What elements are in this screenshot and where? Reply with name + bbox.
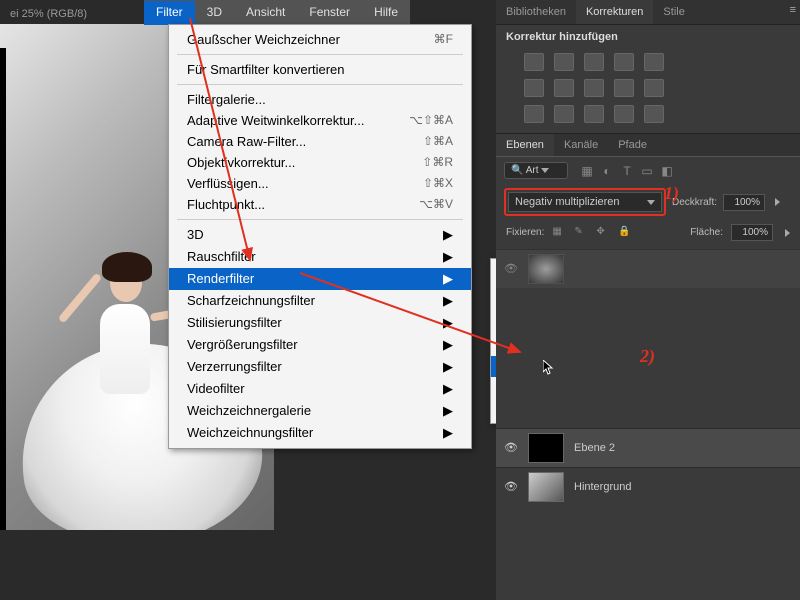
layer-row-ebene2[interactable]: 👁 Ebene 2	[496, 428, 800, 467]
layer-thumb[interactable]	[528, 472, 564, 502]
filter-pixel-icon[interactable]: ▦	[580, 164, 594, 178]
color-lookup-icon[interactable]	[644, 79, 664, 97]
selective-color-icon[interactable]	[644, 105, 664, 123]
opacity-value[interactable]: 100%	[723, 194, 765, 211]
menu-sub-weichfilter[interactable]: Weichzeichnungsfilter▶	[169, 422, 471, 444]
tab-kanaele[interactable]: Kanäle	[554, 134, 608, 156]
annotation-1: 1)	[664, 183, 679, 204]
layers-panel-tabs: Ebenen Kanäle Pfade ≡	[496, 133, 800, 157]
menu-item-smartfilter[interactable]: Für Smartfilter konvertieren	[169, 59, 471, 80]
menu-3d[interactable]: 3D	[195, 1, 234, 23]
layer-list: 👁 👁 Ebene 2 👁 Hintergrund	[496, 249, 800, 506]
tab-korrekturen[interactable]: Korrekturen	[576, 0, 653, 24]
adjustment-icons-row1	[496, 49, 800, 75]
lock-position-icon[interactable]: ✥	[596, 226, 610, 240]
menu-item-verfluessigen[interactable]: Verflüssigen...⇧⌘X	[169, 173, 471, 194]
adjustment-icons-row2	[496, 75, 800, 101]
photo-filter-icon[interactable]	[584, 79, 604, 97]
lock-pixels-icon[interactable]: ✎	[574, 226, 588, 240]
menu-fenster[interactable]: Fenster	[297, 1, 362, 23]
visibility-icon[interactable]: 👁	[504, 262, 518, 276]
threshold-icon[interactable]	[584, 105, 604, 123]
korrektur-label: Korrektur hinzufügen	[496, 25, 800, 49]
filter-shape-icon[interactable]: ▭	[640, 164, 654, 178]
layer-filter-row: 🔍 Art ▦ ◐ T ▭ ◧	[496, 157, 800, 184]
menu-sub-vergroesser[interactable]: Vergrößerungsfilter▶	[169, 334, 471, 356]
levels-icon[interactable]	[554, 53, 574, 71]
menu-sub-3d[interactable]: 3D▶	[169, 224, 471, 246]
layer-row-hintergrund[interactable]: 👁 Hintergrund	[496, 467, 800, 506]
gradient-map-icon[interactable]	[614, 105, 634, 123]
visibility-icon[interactable]: 👁	[504, 441, 518, 455]
fixieren-label: Fixieren:	[506, 227, 544, 238]
tab-stile[interactable]: Stile	[653, 0, 694, 24]
fill-label: Fläche:	[690, 227, 723, 238]
lock-all-icon[interactable]: 🔒	[618, 226, 632, 240]
exposure-icon[interactable]	[614, 53, 634, 71]
menu-sub-video[interactable]: Videofilter▶	[169, 378, 471, 400]
adjustments-tabs: Bibliotheken Korrekturen Stile ≡	[496, 0, 800, 25]
annotation-2: 2)	[640, 346, 655, 367]
menu-item-camera-raw[interactable]: Camera Raw-Filter...⇧⌘A	[169, 131, 471, 152]
lock-transparency-icon[interactable]: ▦	[552, 226, 566, 240]
menu-ansicht[interactable]: Ansicht	[234, 1, 297, 23]
blend-mode-row: Negativ multiplizieren Deckkraft: 100%	[496, 184, 800, 220]
tab-bibliotheken[interactable]: Bibliotheken	[496, 0, 576, 24]
filter-menu-dropdown: Gaußscher Weichzeichner⌘F Für Smartfilte…	[168, 24, 472, 449]
fill-slider-icon[interactable]	[785, 229, 790, 237]
filter-adjust-icon[interactable]: ◐	[600, 164, 614, 178]
tab-ebenen[interactable]: Ebenen	[496, 134, 554, 156]
vibrance-icon[interactable]	[644, 53, 664, 71]
adjustment-icons-row3	[496, 101, 800, 127]
posterize-icon[interactable]	[554, 105, 574, 123]
layer-thumb[interactable]	[528, 254, 564, 284]
filter-smart-icon[interactable]: ◧	[660, 164, 674, 178]
brightness-icon[interactable]	[524, 53, 544, 71]
menu-item-fluchtpunkt[interactable]: Fluchtpunkt...⌥⌘V	[169, 194, 471, 215]
menu-sub-weichgalerie[interactable]: Weichzeichnergalerie▶	[169, 400, 471, 422]
fill-value[interactable]: 100%	[731, 224, 773, 241]
layers-panel-menu-icon[interactable]: ≡	[790, 4, 796, 16]
blend-mode-select[interactable]: Negativ multiplizieren	[508, 192, 662, 212]
menu-sub-stil[interactable]: Stilisierungsfilter▶	[169, 312, 471, 334]
right-panel-area: Bibliotheken Korrekturen Stile ≡ Korrekt…	[496, 0, 800, 600]
menubar: Filter 3D Ansicht Fenster Hilfe	[144, 0, 410, 24]
opacity-slider-icon[interactable]	[775, 198, 780, 206]
menu-sub-scharf[interactable]: Scharfzeichnungsfilter▶	[169, 290, 471, 312]
menu-item-objektiv[interactable]: Objektivkorrektur...⇧⌘R	[169, 152, 471, 173]
layer-name[interactable]: Hintergrund	[574, 481, 631, 493]
visibility-icon[interactable]: 👁	[504, 480, 518, 494]
hue-icon[interactable]	[524, 79, 544, 97]
layer-filter-select[interactable]: 🔍 Art	[504, 162, 568, 179]
menu-item-weitwinkel[interactable]: Adaptive Weitwinkelkorrektur...⌥⇧⌘A	[169, 110, 471, 131]
menu-item-filtergalerie[interactable]: Filtergalerie...	[169, 89, 471, 110]
menu-sub-verzerr[interactable]: Verzerrungsfilter▶	[169, 356, 471, 378]
menu-sub-rausch[interactable]: Rauschfilter▶	[169, 246, 471, 268]
lock-row: Fixieren: ▦ ✎ ✥ 🔒 Fläche: 100%	[496, 220, 800, 245]
curves-icon[interactable]	[584, 53, 604, 71]
filter-type-icon[interactable]: T	[620, 164, 634, 178]
channel-mixer-icon[interactable]	[614, 79, 634, 97]
menu-sub-render[interactable]: Renderfilter▶	[169, 268, 471, 290]
layer-name[interactable]: Ebene 2	[574, 442, 615, 454]
layer-row-top[interactable]: 👁	[496, 249, 800, 288]
menu-hilfe[interactable]: Hilfe	[362, 1, 410, 23]
tab-pfade[interactable]: Pfade	[608, 134, 657, 156]
menu-filter[interactable]: Filter	[144, 1, 195, 23]
invert-icon[interactable]	[524, 105, 544, 123]
layer-thumb[interactable]	[528, 433, 564, 463]
menu-item-last-filter[interactable]: Gaußscher Weichzeichner⌘F	[169, 29, 471, 50]
bw-icon[interactable]	[554, 79, 574, 97]
